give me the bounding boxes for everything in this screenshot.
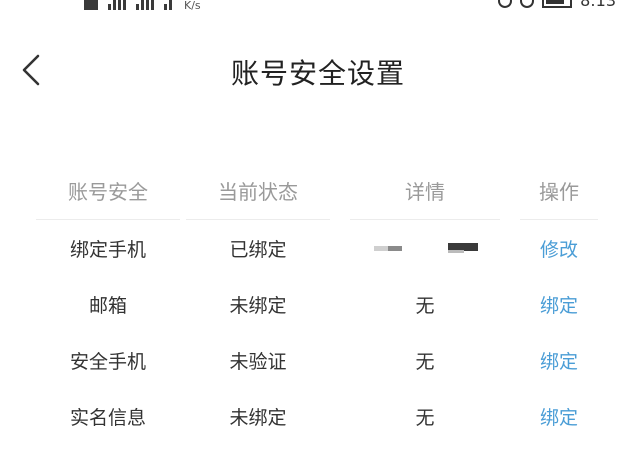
table-row: 安全手机 未验证 无 绑定	[0, 332, 636, 388]
signal-icon	[136, 0, 154, 10]
alarm-icon	[498, 0, 513, 8]
status-bar-left: K/s	[84, 0, 201, 12]
signal-icon	[108, 0, 126, 10]
eye-comfort-icon	[520, 0, 535, 8]
row-detail: 无	[415, 406, 435, 429]
sim-icon	[84, 0, 98, 10]
bind-real-name-button[interactable]: 绑定	[520, 388, 598, 444]
network-speed-unit: K/s	[184, 0, 201, 12]
row-item-label: 邮箱	[88, 294, 127, 317]
row-status: 已绑定	[229, 238, 287, 261]
bind-email-button[interactable]: 绑定	[520, 276, 598, 332]
account-security-page: K/s 8:13 账号安全设置 账号安全 当前状态 详情 操作 绑定手机 已绑定	[0, 0, 636, 464]
table-row: 绑定手机 已绑定 修改	[0, 220, 636, 276]
table-row: 邮箱 未绑定 无 绑定	[0, 276, 636, 332]
status-bar-right: 8:13	[498, 0, 616, 10]
row-item-label: 绑定手机	[69, 238, 146, 261]
wifi-icon	[164, 0, 172, 10]
table-row: 实名信息 未绑定 无 绑定	[0, 388, 636, 444]
column-header-action: 操作	[520, 160, 598, 220]
header: 账号安全设置	[0, 38, 636, 102]
redacted-phone-number	[370, 238, 480, 258]
battery-icon	[542, 0, 573, 8]
bind-security-phone-button[interactable]: 绑定	[520, 332, 598, 388]
status-bar: K/s 8:13	[0, 0, 636, 14]
row-detail: 无	[415, 350, 435, 373]
modify-phone-button[interactable]: 修改	[520, 220, 598, 276]
column-header-item: 账号安全	[36, 160, 180, 220]
row-item-label: 实名信息	[69, 406, 146, 429]
row-detail	[350, 220, 500, 276]
row-status: 未绑定	[229, 406, 287, 429]
security-table: 账号安全 当前状态 详情 操作 绑定手机 已绑定 修改 邮箱 未绑定 无 绑定	[0, 160, 636, 444]
row-item-label: 安全手机	[69, 350, 146, 373]
row-status: 未验证	[229, 350, 287, 373]
column-header-status: 当前状态	[186, 160, 330, 220]
status-time: 8:13	[580, 0, 616, 10]
page-title: 账号安全设置	[230, 57, 405, 90]
table-header-row: 账号安全 当前状态 详情 操作	[0, 160, 636, 220]
column-header-detail: 详情	[350, 160, 500, 220]
row-status: 未绑定	[229, 294, 287, 317]
row-detail: 无	[415, 294, 435, 317]
